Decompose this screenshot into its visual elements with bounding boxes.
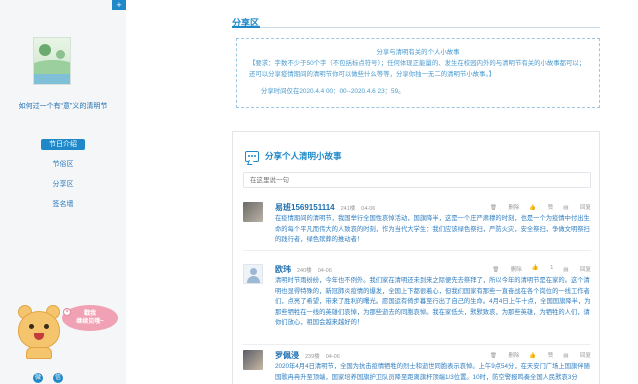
panel-header: 分享个人清明小故事 — [245, 150, 342, 162]
comment-floor: 241楼 — [340, 206, 356, 212]
close-icon[interactable]: × — [63, 308, 71, 316]
panel-title: 分享个人清明小故事 — [265, 151, 342, 161]
share-notice: 分享与清明有关的个人小故事 【要求：字数不少于50个字（不包括标点符号）；任何体… — [236, 38, 600, 108]
comment-floor: 239楼 — [305, 354, 320, 360]
sidebar: + 如何过一个有“意”义的清明节 节日介绍 节俗区 分享区 签名墙 戳我 继续见… — [0, 0, 126, 384]
delete-label: 删除 — [508, 353, 520, 359]
comment-divider — [243, 250, 591, 251]
bear-mascot[interactable] — [18, 303, 62, 359]
like-button[interactable]: 👍 赞 — [529, 351, 553, 359]
mascot-eye-right — [44, 324, 49, 329]
mascot-eye-left — [29, 324, 34, 329]
poster-tree — [39, 44, 51, 56]
nav-item-signature-wall[interactable]: 签名墙 — [39, 199, 87, 210]
reply-button[interactable]: ▤ 回复 — [563, 265, 591, 273]
comment-header: 易班1569151114 241楼 04-06 — [275, 202, 381, 212]
plus-icon[interactable]: + — [112, 0, 126, 10]
poster-water — [34, 74, 70, 84]
weibo-icon[interactable]: 微 — [33, 373, 43, 383]
mascot-face — [18, 311, 60, 349]
like-button[interactable]: 👍 1 — [532, 265, 553, 273]
sidebar-slogan: 如何过一个有“意”义的清明节 — [18, 103, 108, 110]
qingming-poster-image — [33, 37, 71, 85]
comment-floor: 240楼 — [297, 268, 312, 274]
like-label: 赞 — [547, 353, 554, 359]
comment-input[interactable] — [243, 172, 591, 188]
comment-header: 欧玮 240楼 04-06 — [275, 264, 338, 274]
avatar[interactable] — [243, 350, 263, 370]
delete-button[interactable]: 🗑 删除 — [490, 351, 520, 359]
like-label: 赞 — [547, 205, 554, 211]
reply-button[interactable]: ▤ 回复 — [563, 351, 591, 359]
avatar[interactable] — [243, 264, 263, 284]
comment-date: 04-06 — [317, 268, 332, 274]
mascot-bubble-text: 戳我 继续见哦~ — [76, 311, 104, 325]
delete-button[interactable]: 🗑 删除 — [490, 203, 520, 211]
reply-label: 回复 — [579, 267, 591, 273]
avatar[interactable] — [243, 202, 263, 222]
comment-date: 04-06 — [325, 354, 340, 360]
reply-label: 回复 — [579, 205, 591, 211]
wechat-icon[interactable]: 信 — [53, 373, 63, 383]
comment-item: 易班1569151114 241楼 04-06 🗑 删除 👍 赞 ▤ 回复 在疫… — [243, 202, 591, 262]
comment-actions: 🗑 删除 👍 赞 ▤ 回复 — [480, 351, 591, 359]
comment-body: 清明时节雨纷纷，今年也不例外。我们家在清明还未到来之际便先去祭拜了，所以今年的清… — [275, 277, 591, 326]
poster-tree-small — [56, 50, 65, 59]
comment-header: 罗佩浸 239楼 04-06 — [275, 350, 346, 360]
nav-item-share[interactable]: 分享区 — [39, 179, 87, 190]
reply-button[interactable]: ▤ 回复 — [563, 203, 591, 211]
comment-author[interactable]: 易班1569151114 — [275, 202, 335, 213]
comment-item: 罗佩浸 239楼 04-06 🗑 删除 👍 赞 ▤ 回复 2020年4月4日清明… — [243, 350, 591, 384]
comment-actions: 🗑 删除 👍 1 ▤ 回复 — [482, 265, 591, 273]
sidebar-nav: 节日介绍 节俗区 分享区 签名墙 — [0, 139, 126, 219]
comment-divider — [243, 344, 591, 345]
comment-author[interactable]: 欧玮 — [275, 264, 291, 275]
like-button[interactable]: 👍 赞 — [529, 203, 553, 211]
comment-body: 在疫情期间的清明节，我国举行全国性哀悼活动，国旗降半，这是一个庄严肃穆的时刻，也… — [275, 215, 590, 243]
nav-item-festival-intro[interactable]: 节日介绍 — [41, 139, 85, 150]
comment-author[interactable]: 罗佩浸 — [275, 350, 299, 361]
comment-date: 04-06 — [361, 206, 376, 212]
delete-label: 删除 — [510, 267, 522, 273]
comment-actions: 🗑 删除 👍 赞 ▤ 回复 — [480, 203, 591, 211]
chat-bubble-icon — [245, 150, 259, 162]
nav-item-customs[interactable]: 节俗区 — [39, 159, 87, 170]
notice-time: 分享时间仅在2020.4.4 00：00--2020.4.6 23：59。 — [261, 88, 405, 95]
mascot-body — [26, 347, 52, 359]
notice-body: 【要求：字数不少于50个字（不包括标点符号）；任何体现正能量的、发生在校园内外的… — [249, 60, 586, 78]
comment-body: 2020年4月4日清明节，全国为抗击疫情牺牲的烈士和逝世同胞表示哀悼。上午9点5… — [275, 363, 590, 381]
share-panel: 分享个人清明小故事 易班1569151114 241楼 04-06 🗑 删除 👍… — [232, 131, 600, 384]
delete-label: 删除 — [508, 205, 520, 211]
title-divider-accent — [232, 26, 260, 28]
reply-label: 回复 — [579, 353, 591, 359]
delete-button[interactable]: 🗑 删除 — [492, 265, 522, 273]
title-divider — [232, 27, 600, 28]
like-count: 1 — [550, 265, 554, 271]
comment-item: 欧玮 240楼 04-06 🗑 删除 👍 1 ▤ 回复 清明时节雨纷纷，今年也不… — [243, 264, 591, 346]
notice-title: 分享与清明有关的个人小故事 — [376, 49, 460, 56]
